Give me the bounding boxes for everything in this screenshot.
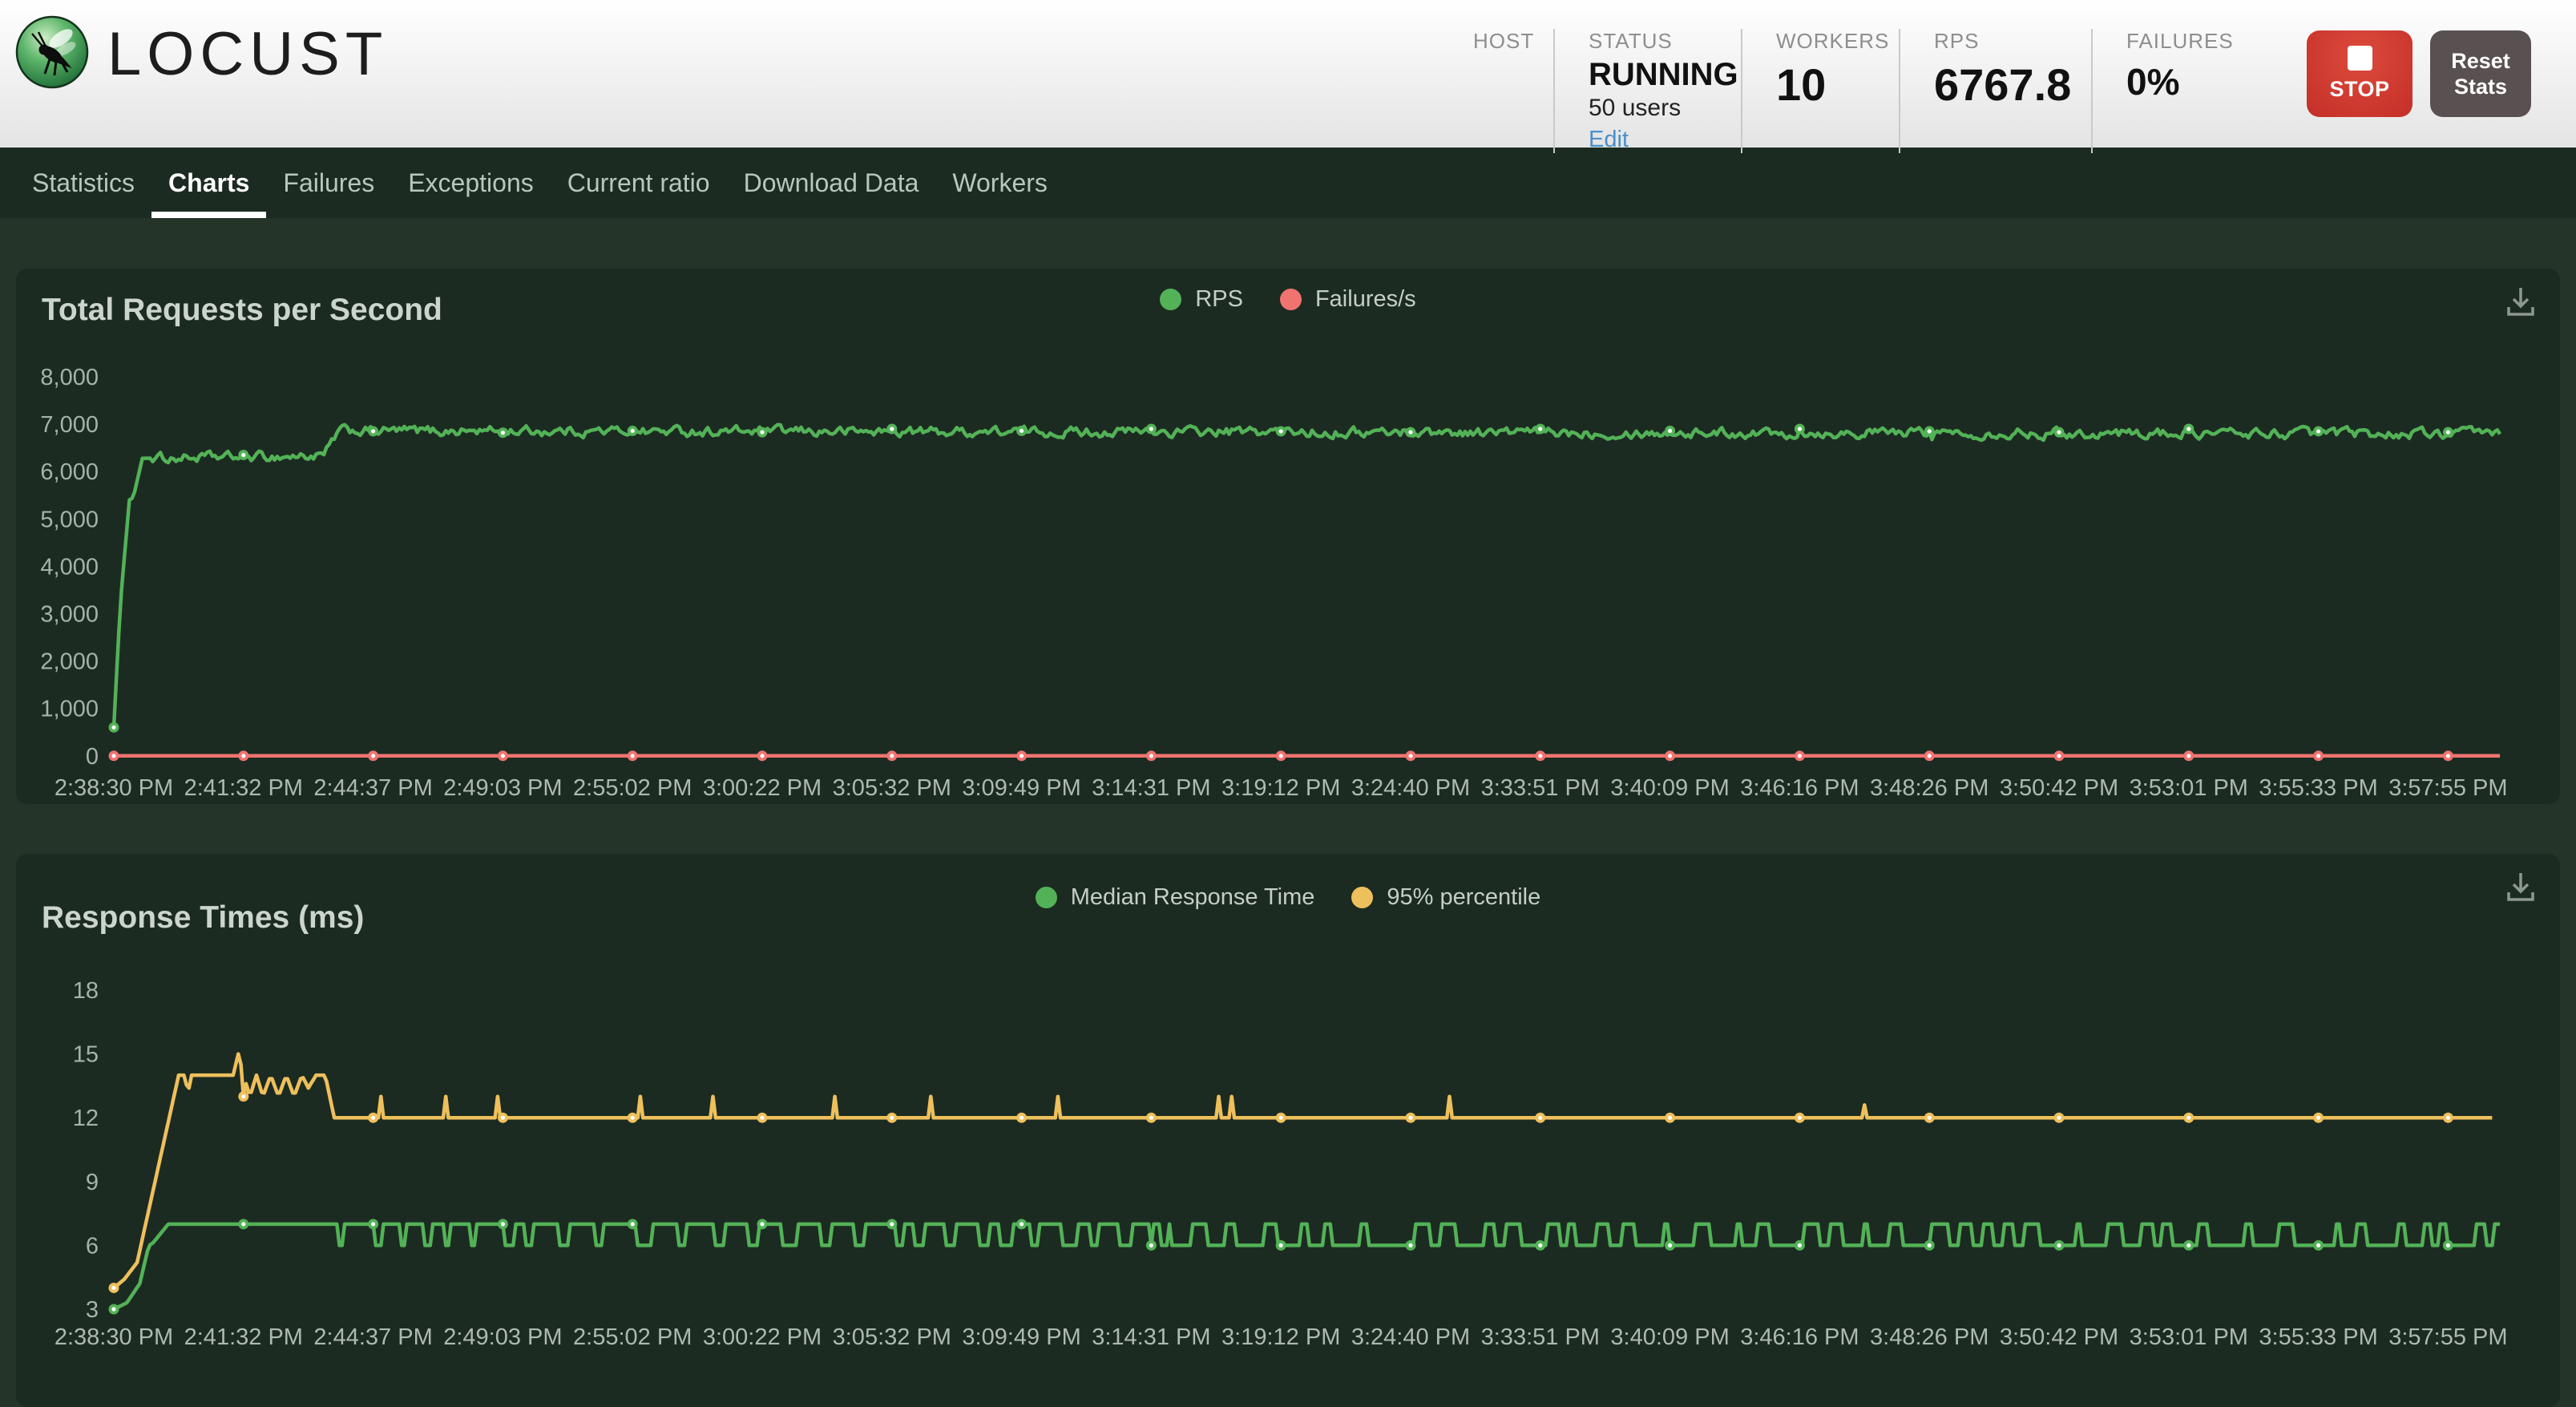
svg-text:3:33:51 PM: 3:33:51 PM [1481,1324,1600,1350]
stat-status: STATUS RUNNING 50 users Edit [1589,29,1742,153]
svg-text:3:55:33 PM: 3:55:33 PM [2259,775,2377,801]
svg-text:2:49:03 PM: 2:49:03 PM [443,775,562,801]
svg-text:3:05:32 PM: 3:05:32 PM [833,775,951,801]
locust-logo: LOCUST [14,14,388,94]
svg-text:6: 6 [86,1233,99,1259]
svg-text:3:33:51 PM: 3:33:51 PM [1481,775,1600,801]
stat-failures: FAILURES 0% [2126,29,2231,153]
app-title: LOCUST [107,19,388,89]
svg-text:3:09:49 PM: 3:09:49 PM [962,775,1080,801]
svg-text:3:24:40 PM: 3:24:40 PM [1351,1324,1470,1350]
svg-text:5,000: 5,000 [40,507,99,532]
svg-text:2:38:30 PM: 2:38:30 PM [55,775,173,801]
svg-text:3:50:42 PM: 3:50:42 PM [2000,775,2118,801]
chart-panel-response-times: Response Times (ms) Median Response Time… [16,854,2560,1407]
stat-host-label: HOST [1473,29,1523,54]
stat-failures-value: 0% [2126,60,2200,103]
stat-rps-label: RPS [1934,29,2061,54]
tab-statistics[interactable]: Statistics [15,148,151,218]
stop-button[interactable]: STOP [2307,30,2412,117]
svg-text:2:44:37 PM: 2:44:37 PM [313,775,432,801]
stat-status-value: RUNNING [1589,57,1710,93]
svg-text:3:00:22 PM: 3:00:22 PM [703,775,822,801]
svg-text:2:55:02 PM: 2:55:02 PM [573,1324,692,1350]
svg-text:3,000: 3,000 [40,602,99,628]
svg-text:15: 15 [73,1042,99,1068]
svg-text:9: 9 [86,1170,99,1195]
svg-text:3:46:16 PM: 3:46:16 PM [1740,1324,1859,1350]
svg-text:4,000: 4,000 [40,554,99,580]
svg-text:6,000: 6,000 [40,459,99,485]
stat-status-label: STATUS [1589,29,1710,54]
svg-text:8,000: 8,000 [40,365,99,390]
header-stats: HOST STATUS RUNNING 50 users Edit WORKER… [1473,29,2264,153]
app-header: LOCUST HOST STATUS RUNNING 50 users Edit… [0,0,2576,148]
tab-download-data[interactable]: Download Data [727,148,936,218]
svg-text:1,000: 1,000 [40,697,99,722]
main-nav: Statistics Charts Failures Exceptions Cu… [0,148,2576,218]
svg-text:3:57:55 PM: 3:57:55 PM [2388,1324,2507,1350]
svg-text:3:14:31 PM: 3:14:31 PM [1092,1324,1210,1350]
svg-text:12: 12 [73,1106,99,1131]
svg-text:3:48:26 PM: 3:48:26 PM [1870,775,1989,801]
svg-text:0: 0 [86,744,99,770]
svg-text:3:19:12 PM: 3:19:12 PM [1221,1324,1340,1350]
svg-text:7,000: 7,000 [40,412,99,438]
tab-current-ratio[interactable]: Current ratio [551,148,727,218]
tab-failures[interactable]: Failures [266,148,391,218]
stat-rps-value: 6767.8 [1934,59,2061,111]
stat-host: HOST [1473,29,1555,153]
locust-logo-icon [14,14,90,94]
svg-text:3:53:01 PM: 3:53:01 PM [2130,775,2248,801]
svg-text:3:14:31 PM: 3:14:31 PM [1092,775,1210,801]
stat-rps: RPS 6767.8 [1934,29,2093,153]
response-times-chart-plot[interactable]: 3 6 9 12 15 18 2:38:30 PM 2:41:32 PM 2:44:37 PM 2… [16,854,2560,1407]
stop-icon [2348,46,2372,71]
reset-stats-button[interactable]: Reset Stats [2430,30,2531,117]
stat-workers-value: 10 [1776,59,1868,111]
stat-user-count: 50 users [1589,95,1710,122]
svg-text:3:09:49 PM: 3:09:49 PM [962,1324,1080,1350]
rps-chart-plot[interactable]: 0 1,000 2,000 3,000 4,000 5,000 6,000 7,000 8,00… [16,269,2560,804]
svg-text:2:49:03 PM: 2:49:03 PM [443,1324,562,1350]
stat-failures-label: FAILURES [2126,29,2200,54]
stat-workers: WORKERS 10 [1776,29,1900,153]
edit-link[interactable]: Edit [1589,127,1710,153]
stop-button-label: STOP [2329,77,2389,102]
reset-stats-label: Reset Stats [2445,48,2517,100]
tab-exceptions[interactable]: Exceptions [391,148,551,218]
svg-text:3:57:55 PM: 3:57:55 PM [2388,775,2507,801]
svg-text:3:53:01 PM: 3:53:01 PM [2130,1324,2248,1350]
svg-text:3:05:32 PM: 3:05:32 PM [833,1324,951,1350]
svg-text:3:50:42 PM: 3:50:42 PM [2000,1324,2118,1350]
svg-text:3:24:40 PM: 3:24:40 PM [1351,775,1470,801]
tab-workers[interactable]: Workers [935,148,1064,218]
svg-text:3:48:26 PM: 3:48:26 PM [1870,1324,1989,1350]
stat-workers-label: WORKERS [1776,29,1868,54]
svg-text:3:19:12 PM: 3:19:12 PM [1221,775,1340,801]
svg-text:2:41:32 PM: 2:41:32 PM [184,775,303,801]
svg-text:18: 18 [73,978,99,1004]
svg-text:3:40:09 PM: 3:40:09 PM [1610,1324,1729,1350]
chart-panel-rps: Total Requests per Second RPSFailures/s … [16,269,2560,804]
tab-charts[interactable]: Charts [151,148,266,218]
svg-text:2,000: 2,000 [40,649,99,675]
svg-text:2:55:02 PM: 2:55:02 PM [573,775,692,801]
svg-text:3:40:09 PM: 3:40:09 PM [1610,775,1729,801]
svg-text:3:55:33 PM: 3:55:33 PM [2259,1324,2377,1350]
svg-text:3:00:22 PM: 3:00:22 PM [703,1324,822,1350]
svg-text:3: 3 [86,1297,99,1323]
svg-text:2:38:30 PM: 2:38:30 PM [55,1324,173,1350]
svg-text:2:44:37 PM: 2:44:37 PM [313,1324,432,1350]
svg-text:2:41:32 PM: 2:41:32 PM [184,1324,303,1350]
svg-text:3:46:16 PM: 3:46:16 PM [1740,775,1859,801]
